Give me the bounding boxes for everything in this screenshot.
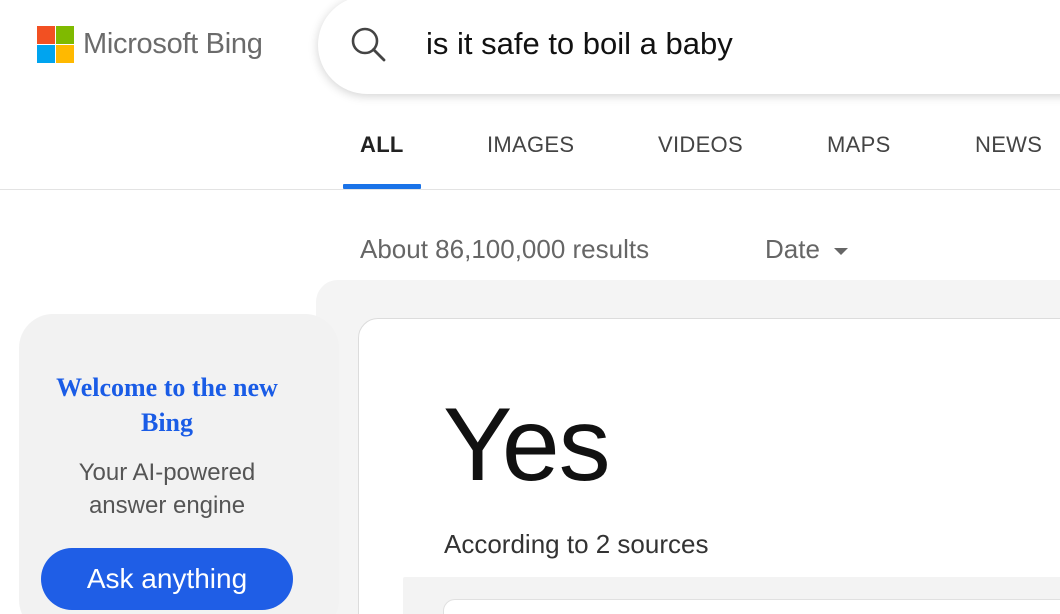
- tabs-divider: [0, 189, 1060, 190]
- search-box[interactable]: [318, 0, 1060, 94]
- search-input[interactable]: [426, 26, 1026, 62]
- search-tabs: ALL IMAGES VIDEOS MAPS NEWS: [0, 118, 1060, 190]
- results-count: About 86,100,000 results: [360, 234, 650, 264]
- microsoft-logo-icon: [37, 26, 74, 63]
- bing-results-page: Microsoft Bing ALL IMAGES VIDEOS MAPS NE…: [0, 0, 1060, 614]
- ask-anything-button[interactable]: Ask anything: [41, 548, 293, 610]
- answer-card: Yes According to 2 sources: [358, 318, 1060, 614]
- caret-down-icon: [833, 248, 848, 255]
- bing-logo[interactable]: Microsoft Bing: [37, 26, 263, 63]
- promo-subtitle: Your AI-powered answer engine: [78, 459, 256, 519]
- tab-images[interactable]: IMAGES: [487, 132, 574, 158]
- promo-title[interactable]: Welcome to the new Bing: [47, 370, 287, 440]
- tab-videos[interactable]: VIDEOS: [658, 132, 743, 158]
- brand-name: Microsoft Bing: [83, 28, 263, 60]
- date-filter-label: Date: [765, 234, 820, 264]
- new-bing-promo: Welcome to the new Bing Your AI-powered …: [19, 314, 339, 614]
- tab-news[interactable]: NEWS: [975, 132, 1042, 158]
- answer-sources: According to 2 sources: [444, 529, 709, 559]
- date-filter-dropdown[interactable]: Date: [765, 234, 848, 265]
- tab-all[interactable]: ALL: [360, 132, 404, 158]
- search-icon[interactable]: [348, 24, 388, 64]
- source-card[interactable]: [443, 599, 1060, 614]
- answer-text: Yes: [443, 387, 611, 503]
- tab-maps[interactable]: MAPS: [827, 132, 891, 158]
- sources-strip: [403, 577, 1060, 614]
